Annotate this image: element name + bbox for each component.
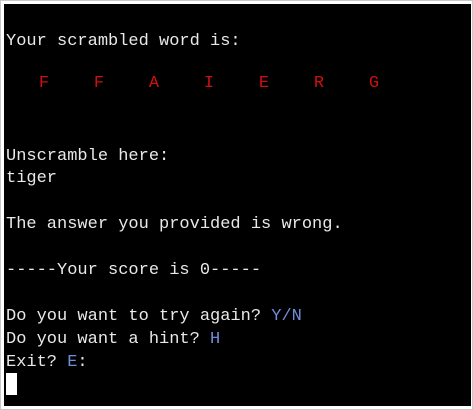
exit-prompt: Exit? E: [6,353,88,373]
try-again-prompt: Do you want to try again? Y/N [6,307,302,327]
text-cursor[interactable] [6,373,17,395]
exit-suffix: : [77,353,88,372]
user-answer-input: tiger [6,169,58,188]
hint-text: Do you want a hint? [6,330,211,349]
scrambled-letter: F [38,74,50,93]
unscramble-prompt: Unscramble here: [6,147,170,166]
score-line: -----Your score is 0----- [6,261,262,280]
scrambled-letters-row: F F A I E R G [4,74,471,96]
try-again-text: Do you want to try again? [6,307,272,326]
scrambled-letter: R [313,74,325,93]
scrambled-letter: A [148,74,160,93]
scrambled-letter: F [93,74,105,93]
exit-text: Exit? [6,353,68,372]
hint-key-hint: H [210,330,221,349]
terminal-window-frame: Your scrambled word is: F F A I E R G Un… [0,0,473,410]
scrambled-word-heading: Your scrambled word is: [6,32,241,51]
scrambled-letter: G [368,74,380,93]
exit-key-hint: E [67,353,78,372]
terminal-screen[interactable]: Your scrambled word is: F F A I E R G Un… [4,4,471,406]
hint-prompt: Do you want a hint? H [6,330,220,350]
try-again-key-hint: Y/N [271,307,302,326]
result-message: The answer you provided is wrong. [6,215,343,234]
scrambled-letter: E [258,74,270,93]
scrambled-letter: I [203,74,215,93]
